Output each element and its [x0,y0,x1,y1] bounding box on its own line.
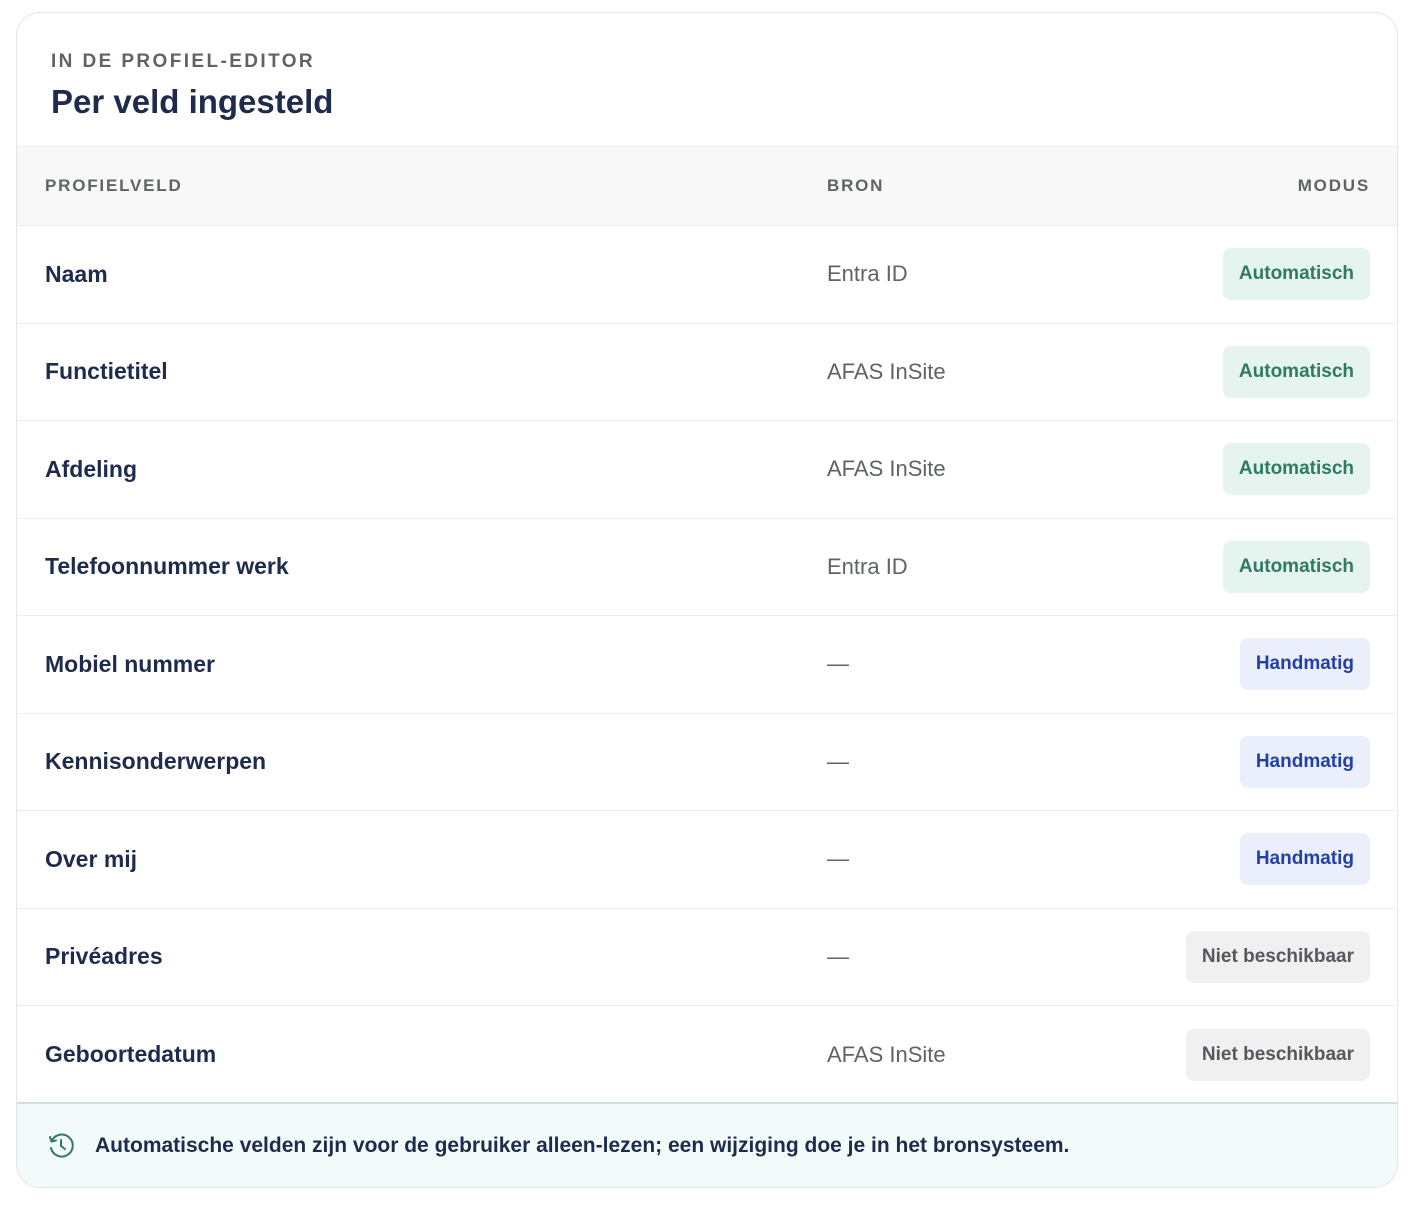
field-name: Naam [45,260,108,287]
table-row: Kennisonderwerpen — Handmatig [17,714,1397,811]
info-footer: Automatische velden zijn voor de gebruik… [17,1102,1397,1187]
field-name: Mobiel nummer [45,650,215,677]
table-row: Afdeling AFAS InSite Automatisch [17,421,1397,519]
mode-badge: Automatisch [1222,443,1370,496]
table-row: Geboortedatum AFAS InSite Niet beschikba… [17,1006,1397,1104]
field-name: Over mij [45,845,138,872]
history-clock-icon [47,1132,75,1160]
card-header: IN DE PROFIEL-EDITOR Per veld ingesteld [17,13,1397,147]
section-eyebrow: IN DE PROFIEL-EDITOR [51,51,316,72]
field-source: — [827,748,849,774]
table-body: Naam Entra ID Automatisch Functietitel A… [17,226,1397,1104]
mode-badge: Automatisch [1222,345,1370,398]
table-row: Privéadres — Niet beschikbaar [17,909,1397,1006]
table-row: Telefoonnummer werk Entra ID Automatisch [17,519,1397,616]
column-header-field: PROFIELVELD [45,176,183,195]
field-source: — [827,943,849,969]
table-header-row: PROFIELVELD BRON MODUS [17,147,1397,226]
field-source: AFAS InSite [827,358,946,384]
field-source: — [827,651,849,677]
field-source: AFAS InSite [827,456,946,482]
info-footer-text: Automatische velden zijn voor de gebruik… [95,1133,1070,1157]
mode-badge: Automatisch [1222,248,1370,301]
field-name: Telefoonnummer werk [45,553,289,580]
field-source: Entra ID [827,261,908,287]
table-row: Mobiel nummer — Handmatig [17,616,1397,714]
field-name: Geboortedatum [45,1041,217,1068]
field-source: Entra ID [827,553,908,579]
field-source: — [827,846,849,872]
field-name: Afdeling [45,455,137,482]
mode-badge: Niet beschikbaar [1185,930,1370,983]
field-name: Kennisonderwerpen [45,748,267,775]
table-row: Over mij — Handmatig [17,811,1397,909]
column-header-source: BRON [827,176,885,195]
mode-badge: Handmatig [1239,833,1370,886]
column-header-mode: MODUS [1297,176,1370,195]
table-row: Functietitel AFAS InSite Automatisch [17,324,1397,421]
mode-badge: Niet beschikbaar [1185,1028,1370,1081]
mode-badge: Handmatig [1239,735,1370,788]
field-name: Privéadres [45,943,163,970]
field-name: Functietitel [45,358,168,385]
table-row: Naam Entra ID Automatisch [17,226,1397,324]
card-title: Per veld ingesteld [51,83,334,120]
mode-badge: Handmatig [1239,638,1370,691]
profile-fields-card: IN DE PROFIEL-EDITOR Per veld ingesteld … [16,12,1398,1188]
field-source: AFAS InSite [827,1041,946,1067]
mode-badge: Automatisch [1222,540,1370,593]
